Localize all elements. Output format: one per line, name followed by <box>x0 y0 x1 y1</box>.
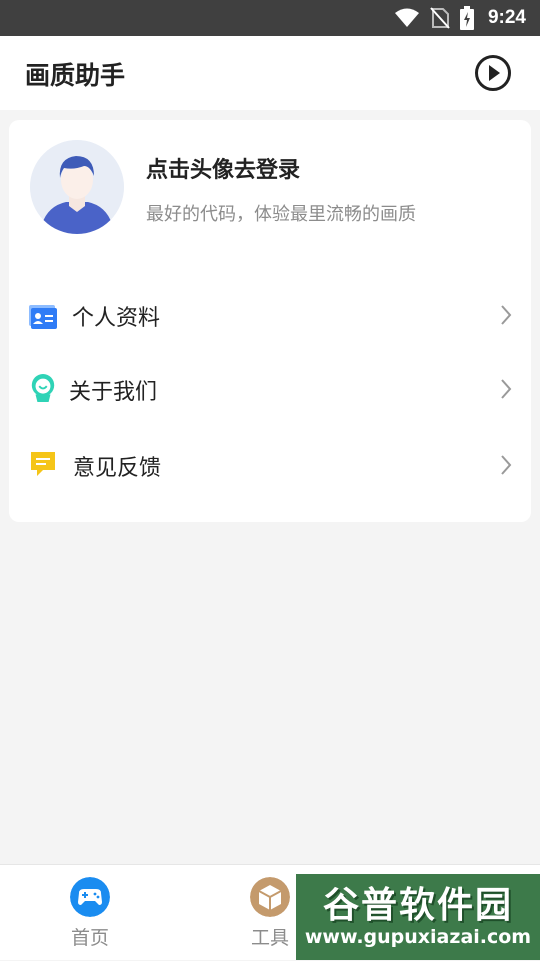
watermark-url: www.gupuxiazai.com <box>304 926 532 948</box>
chevron-right-icon <box>501 379 512 399</box>
no-sim-icon <box>430 7 450 29</box>
nav-home-label: 首页 <box>70 927 109 949</box>
menu-item-label: 意见反馈 <box>73 456 162 481</box>
menu-item-feedback[interactable]: 意见反馈 <box>9 426 531 500</box>
login-subtitle: 最好的代码，体验最里流畅的画质 <box>146 204 416 225</box>
smile-headset-icon <box>31 374 55 402</box>
chevron-right-icon <box>501 455 512 475</box>
login-prompt[interactable]: 点击头像去登录 <box>146 152 300 184</box>
battery-charging-icon <box>459 6 474 30</box>
avatar[interactable] <box>30 140 124 234</box>
id-card-icon <box>29 305 57 329</box>
status-time: 9:24 <box>487 7 526 28</box>
app-bar: 画质助手 <box>0 36 540 110</box>
menu-item-label: 个人资料 <box>72 306 161 331</box>
status-bar: 9:24 <box>0 0 540 36</box>
box-icon <box>250 877 290 917</box>
message-icon <box>31 452 55 476</box>
gamepad-icon <box>70 877 110 917</box>
play-icon[interactable] <box>474 54 512 92</box>
nav-home[interactable]: 首页 <box>45 865 135 961</box>
menu-item-about[interactable]: 关于我们 <box>9 352 531 426</box>
watermark: 谷普软件园 www.gupuxiazai.com <box>296 874 540 960</box>
wifi-icon <box>394 8 419 27</box>
watermark-title: 谷普软件园 <box>322 885 513 926</box>
chevron-right-icon <box>501 305 512 325</box>
page-title: 画质助手 <box>25 61 126 90</box>
menu-item-label: 关于我们 <box>69 380 158 405</box>
user-avatar-icon <box>30 140 124 234</box>
menu-item-profile[interactable]: 个人资料 <box>9 278 531 352</box>
